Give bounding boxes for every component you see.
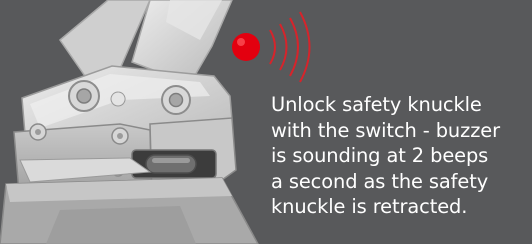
caption-line-2: with the switch - buzzer	[271, 118, 500, 142]
instruction-slide: Unlock safety knuckle with the switch - …	[0, 0, 532, 244]
caption-line-4: a second as the safety	[271, 169, 489, 193]
instruction-caption: Unlock safety knuckle with the switch - …	[271, 92, 529, 220]
buzzer-alarm-icon	[232, 11, 311, 83]
caption-line-1: Unlock safety knuckle	[271, 93, 482, 116]
caption-line-3: is sounding at 2 beeps	[271, 144, 489, 168]
caption-line-5: knuckle is retracted.	[271, 195, 468, 219]
attachment-base	[0, 177, 259, 244]
